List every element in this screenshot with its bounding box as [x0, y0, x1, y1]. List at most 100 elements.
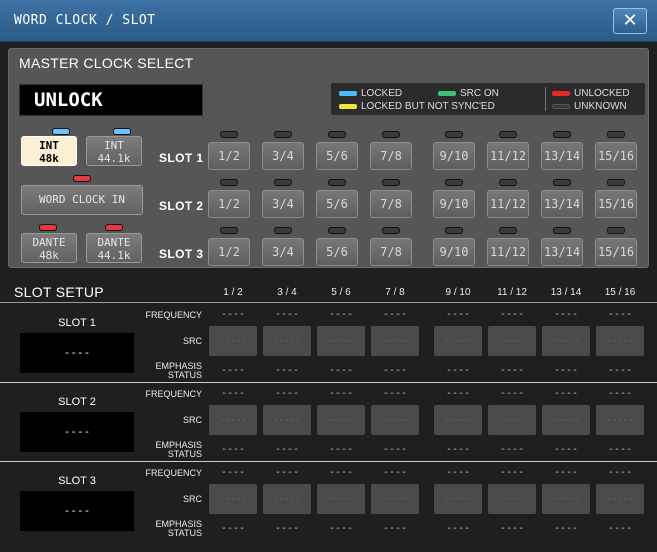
src-toggle-button[interactable]: -----	[488, 326, 536, 356]
frequency-value: ----	[328, 309, 354, 320]
slot-setup-divider	[0, 302, 657, 303]
slot-3-channel-button[interactable]: 5/6	[316, 238, 358, 266]
slot-2-channel-lamp	[382, 179, 400, 186]
slot-2-channel-lamp	[607, 179, 625, 186]
emphasis-status-value: ----	[445, 365, 471, 376]
src-toggle-button[interactable]: -----	[434, 326, 482, 356]
slot-2-channel-button[interactable]: 15/16	[595, 190, 637, 218]
src-toggle-button[interactable]: -----	[263, 405, 311, 435]
close-button[interactable]: ✕	[613, 8, 647, 34]
slot-1-channel-button[interactable]: 7/8	[370, 142, 412, 170]
src-toggle-button[interactable]: -----	[371, 326, 419, 356]
slot-3-channel-button[interactable]: 13/14	[541, 238, 583, 266]
emphasis-status-value: ----	[328, 365, 354, 376]
status-row-label: STATUS	[167, 370, 202, 380]
slot-2-channel-lamp	[220, 179, 238, 186]
src-toggle-button[interactable]: -----	[209, 484, 257, 514]
slot-1-channel-button[interactable]: 9/10	[433, 142, 475, 170]
frequency-value: ----	[274, 388, 300, 399]
emphasis-status-value: ----	[382, 365, 408, 376]
src-toggle-button[interactable]: -----	[542, 405, 590, 435]
src-toggle-button[interactable]: -----	[209, 326, 257, 356]
emphasis-status-value: ----	[499, 523, 525, 534]
slot-1-channel-button[interactable]: 5/6	[316, 142, 358, 170]
src-toggle-button[interactable]: -----	[434, 405, 482, 435]
emphasis-status-value: ----	[274, 444, 300, 455]
slot-3-channel-button[interactable]: 15/16	[595, 238, 637, 266]
int-44k-button[interactable]: INT 44.1k	[86, 136, 142, 166]
legend-not-synced-label: LOCKED BUT NOT SYNC'ED	[361, 100, 495, 112]
word-clock-in-button[interactable]: WORD CLOCK IN	[21, 185, 143, 215]
slot-1-channel-button[interactable]: 13/14	[541, 142, 583, 170]
slot-setup-column-header: 13 / 14	[550, 287, 582, 298]
clock-status-display: UNLOCK	[19, 84, 203, 116]
src-toggle-button[interactable]: -----	[596, 326, 644, 356]
emphasis-status-value: ----	[328, 523, 354, 534]
slot-setup-slot-label: SLOT 3	[58, 475, 96, 487]
emphasis-status-value: ----	[553, 365, 579, 376]
frequency-value: ----	[499, 467, 525, 478]
slot-3-channel-lamp	[553, 227, 571, 234]
src-toggle-button[interactable]: -----	[434, 484, 482, 514]
slot-2-channel-button[interactable]: 13/14	[541, 190, 583, 218]
slot-3-channel-lamp	[220, 227, 238, 234]
src-toggle-button[interactable]: -----	[209, 405, 257, 435]
slot-1-channel-button[interactable]: 11/12	[487, 142, 529, 170]
dante-48k-lamp	[39, 224, 57, 231]
int-48k-button[interactable]: INT 48k	[21, 136, 77, 166]
emphasis-status-value: ----	[553, 444, 579, 455]
slot-2-channel-button[interactable]: 11/12	[487, 190, 529, 218]
src-toggle-button[interactable]: -----	[596, 405, 644, 435]
slot-setup-column-header: 9 / 10	[445, 287, 471, 298]
src-toggle-button[interactable]: -----	[596, 484, 644, 514]
slot-setup-group-divider	[0, 461, 657, 462]
slot-1-channel-button[interactable]: 3/4	[262, 142, 304, 170]
slot-setup-slot-display: ----	[20, 412, 134, 452]
frequency-value: ----	[328, 467, 354, 478]
src-toggle-button[interactable]: -----	[371, 405, 419, 435]
frequency-value: ----	[607, 309, 633, 320]
src-toggle-button[interactable]: -----	[317, 326, 365, 356]
src-toggle-button[interactable]: -----	[488, 484, 536, 514]
slot-2-channel-button[interactable]: 3/4	[262, 190, 304, 218]
slot-2-channel-button[interactable]: 9/10	[433, 190, 475, 218]
src-toggle-button[interactable]: -----	[317, 484, 365, 514]
slot-2-channel-button[interactable]: 1/2	[208, 190, 250, 218]
slot-3-channel-button[interactable]: 7/8	[370, 238, 412, 266]
src-toggle-button[interactable]: -----	[317, 405, 365, 435]
int-48k-line1: INT	[39, 139, 59, 152]
slot-3-channel-lamp	[382, 227, 400, 234]
slot-3-channel-lamp	[607, 227, 625, 234]
slot-3-channel-button[interactable]: 3/4	[262, 238, 304, 266]
slot-1-channel-lamp	[382, 131, 400, 138]
src-toggle-button[interactable]: -----	[263, 484, 311, 514]
slot-2-channel-button[interactable]: 7/8	[370, 190, 412, 218]
emphasis-status-value: ----	[382, 523, 408, 534]
emphasis-status-value: ----	[382, 444, 408, 455]
legend-unlocked-label: UNLOCKED	[574, 87, 630, 99]
slot-1-channel-lamp	[274, 131, 292, 138]
frequency-row-label: FREQUENCY	[145, 310, 202, 320]
src-toggle-button[interactable]: -----	[542, 326, 590, 356]
slot-3-channel-button[interactable]: 9/10	[433, 238, 475, 266]
src-toggle-button[interactable]: -----	[263, 326, 311, 356]
slot-1-channel-button[interactable]: 15/16	[595, 142, 637, 170]
dante-48k-button[interactable]: DANTE 48k	[21, 233, 77, 263]
legend-locked: LOCKED	[339, 87, 402, 99]
slot-3-channel-button[interactable]: 1/2	[208, 238, 250, 266]
dante-48k-line2: 48k	[39, 249, 59, 262]
legend-divider	[545, 87, 546, 111]
slot-1-channel-button[interactable]: 1/2	[208, 142, 250, 170]
emphasis-status-value: ----	[220, 365, 246, 376]
legend-unknown-label: UNKNOWN	[574, 100, 627, 112]
src-toggle-button[interactable]: -----	[488, 405, 536, 435]
emphasis-status-value: ----	[553, 523, 579, 534]
frequency-value: ----	[445, 388, 471, 399]
slot-2-channel-button[interactable]: 5/6	[316, 190, 358, 218]
slot-2-label: SLOT 2	[159, 199, 204, 213]
dante-44k-button[interactable]: DANTE 44.1k	[86, 233, 142, 263]
dante-48k-line1: DANTE	[32, 236, 66, 249]
slot-3-channel-button[interactable]: 11/12	[487, 238, 529, 266]
src-toggle-button[interactable]: -----	[542, 484, 590, 514]
src-toggle-button[interactable]: -----	[371, 484, 419, 514]
